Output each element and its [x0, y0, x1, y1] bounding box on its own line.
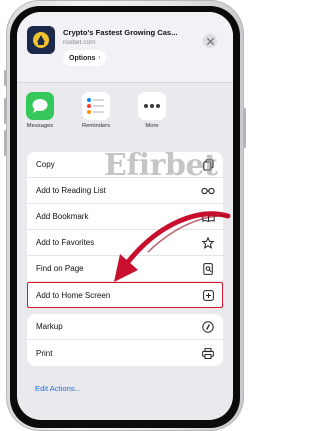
markup-icon [201, 320, 215, 334]
stage: Crypto's Fastest Growing Cas... roobet.c… [0, 0, 250, 431]
action-label: Add Bookmark [36, 212, 89, 221]
share-app-label: Messages [26, 123, 54, 129]
site-icon [27, 26, 55, 54]
actions-group-primary: Copy Add to Reading List Add Bookmark Ad… [27, 152, 223, 308]
action-label: Add to Reading List [36, 186, 106, 195]
share-app-more[interactable]: More [131, 92, 173, 129]
volume-down-button [4, 130, 7, 156]
share-app-label: Reminders [81, 123, 111, 129]
options-button[interactable]: Options › [63, 50, 107, 66]
reminders-icon [82, 92, 110, 120]
share-sheet-screen: Crypto's Fastest Growing Cas... roobet.c… [17, 12, 233, 420]
action-add-bookmark[interactable]: Add Bookmark [27, 204, 223, 230]
book-icon [201, 210, 215, 224]
action-label: Copy [36, 160, 55, 169]
star-icon [201, 236, 215, 250]
more-icon [138, 92, 166, 120]
action-label: Add to Favorites [36, 238, 95, 247]
copy-icon [201, 158, 215, 172]
share-app-messages[interactable]: Messages [19, 92, 61, 129]
page-title: Crypto's Fastest Growing Cas... [63, 28, 178, 37]
header-divider [17, 82, 233, 83]
page-domain: roobet.com [63, 39, 96, 46]
chevron-right-icon: › [98, 55, 101, 61]
action-add-to-home-screen[interactable]: Add to Home Screen [27, 282, 223, 308]
close-icon [206, 37, 214, 45]
action-label: Print [36, 348, 53, 358]
actions-group-secondary: Markup Print [27, 314, 223, 366]
share-apps-row: Messages Reminders More [17, 92, 233, 148]
action-print[interactable]: Print [27, 340, 223, 366]
edit-actions-link[interactable]: Edit Actions... [35, 384, 81, 393]
action-add-to-reading-list[interactable]: Add to Reading List [27, 178, 223, 204]
action-markup[interactable]: Markup [27, 314, 223, 340]
share-app-reminders[interactable]: Reminders [75, 92, 117, 129]
options-label: Options [69, 54, 96, 62]
mute-switch [4, 70, 7, 86]
action-label: Find on Page [36, 264, 84, 273]
printer-icon [201, 346, 215, 360]
action-find-on-page[interactable]: Find on Page [27, 256, 223, 282]
messages-icon [26, 92, 54, 120]
action-copy[interactable]: Copy [27, 152, 223, 178]
plus-square-icon [201, 288, 215, 302]
close-button[interactable] [203, 34, 217, 48]
power-button [243, 108, 246, 148]
volume-up-button [4, 98, 7, 124]
action-label: Add to Home Screen [36, 290, 111, 300]
action-add-to-favorites[interactable]: Add to Favorites [27, 230, 223, 256]
find-doc-icon [201, 262, 215, 276]
glasses-icon [201, 184, 215, 198]
share-app-label: More [145, 123, 159, 129]
action-label: Markup [36, 322, 63, 331]
share-sheet-header: Crypto's Fastest Growing Cas... roobet.c… [17, 12, 233, 82]
